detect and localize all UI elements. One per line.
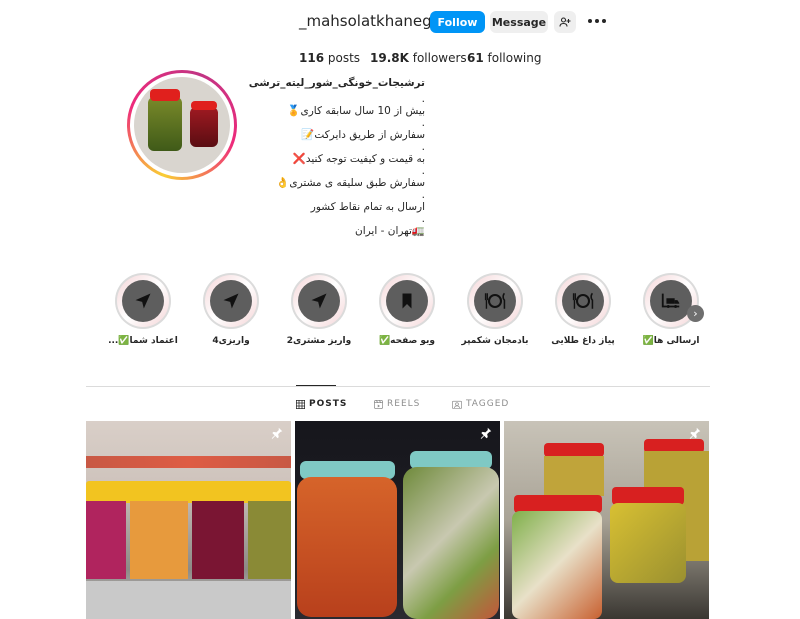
highlight-ring xyxy=(379,273,435,329)
bio-dot: . xyxy=(421,213,425,225)
highlight-ring xyxy=(291,273,347,329)
highlight-label: بادمجان شکمپر xyxy=(461,336,529,346)
bio-dot: . xyxy=(421,117,425,129)
followers-label: followers xyxy=(408,51,467,65)
highlight-item[interactable]: پیاز داغ طلایی xyxy=(543,273,623,346)
highlight-item[interactable]: بادمجان شکمپر xyxy=(455,273,535,346)
restaurant-icon xyxy=(484,292,506,309)
post-thumbnail[interactable] xyxy=(504,421,709,619)
more-options-button[interactable] xyxy=(588,11,606,31)
avatar-photo xyxy=(134,77,230,173)
followers-count: 19.8K xyxy=(370,51,409,65)
reels-icon xyxy=(374,399,383,409)
highlight-item[interactable]: واریز مشتری2 xyxy=(279,273,359,346)
profile-bio: ترشیجات_خونگی_شور_لیته_ترشی . بیش از 10 … xyxy=(225,76,425,238)
post-thumbnail[interactable] xyxy=(86,421,291,619)
bio-line: به قیمت و کیفیت توجه کنید❌ xyxy=(292,153,425,165)
bookmark-icon xyxy=(402,293,412,309)
bio-dot: . xyxy=(421,189,425,201)
bio-line: بیش از 10 سال سابقه کاری🏅 xyxy=(287,105,425,117)
add-user-icon xyxy=(559,17,571,27)
posts-count: 116 xyxy=(299,51,325,65)
more-dot xyxy=(588,19,592,23)
tabs-divider xyxy=(86,386,710,387)
follow-button[interactable]: Follow xyxy=(430,11,485,33)
following-stat[interactable]: 61 following xyxy=(467,51,541,65)
tab-label: REELS xyxy=(387,399,421,409)
highlight-label: اعتماد شما✅... xyxy=(108,336,178,346)
avatar-border xyxy=(130,73,234,177)
active-tab-indicator xyxy=(296,385,336,386)
following-label: following xyxy=(483,51,542,65)
more-dot xyxy=(595,19,599,23)
profile-avatar[interactable] xyxy=(127,70,237,180)
pin-icon xyxy=(480,427,492,439)
bio-dot: . xyxy=(421,93,425,105)
tab-label: POSTS xyxy=(309,399,348,409)
bio-dot: . xyxy=(421,165,425,177)
followers-stat[interactable]: 19.8K followers xyxy=(370,51,467,65)
pin-icon xyxy=(689,427,701,439)
highlight-item[interactable]: ویو صفحه✅ xyxy=(367,273,447,346)
highlight-item[interactable]: اعتماد شما✅... xyxy=(103,273,183,346)
navigation-arrow-icon xyxy=(223,293,239,309)
highlight-label: واریزی4 xyxy=(212,336,250,346)
highlights-next-button[interactable]: › xyxy=(687,305,704,322)
highlight-ring xyxy=(115,273,171,329)
tab-posts[interactable]: POSTS xyxy=(296,399,347,409)
tab-reels[interactable]: REELS xyxy=(374,399,420,409)
bio-line: ارسال به تمام نقاط کشور xyxy=(310,201,425,213)
highlight-label: ارسالی ها✅ xyxy=(642,336,700,346)
posts-stat: 116 posts xyxy=(299,51,360,65)
navigation-arrow-icon xyxy=(135,293,151,309)
bio-dot: . xyxy=(421,141,425,153)
chevron-right-icon: › xyxy=(693,307,698,320)
delivery-truck-icon xyxy=(661,293,680,308)
bio-line: سفارش از طریق دایرکت📝 xyxy=(301,129,425,141)
highlight-label: واریز مشتری2 xyxy=(286,336,352,346)
more-dot xyxy=(602,19,606,23)
highlight-ring xyxy=(203,273,259,329)
pin-icon xyxy=(271,427,283,439)
highlight-item[interactable]: واریزی4 xyxy=(191,273,271,346)
posts-label: posts xyxy=(324,51,361,65)
post-thumbnail[interactable] xyxy=(295,421,500,619)
highlight-ring xyxy=(555,273,611,329)
tagged-icon xyxy=(452,400,462,409)
tab-tagged[interactable]: TAGGED xyxy=(452,399,509,409)
grid-icon xyxy=(296,399,305,409)
highlight-label: ویو صفحه✅ xyxy=(378,336,436,346)
bio-line: 🚛تهران - ایران xyxy=(355,225,425,237)
navigation-arrow-icon xyxy=(311,293,327,309)
add-user-button[interactable] xyxy=(554,11,576,33)
tab-label: TAGGED xyxy=(466,399,510,409)
bio-line: سفارش طبق سلیقه ی مشتری👌 xyxy=(276,177,425,189)
highlight-label: پیاز داغ طلایی xyxy=(551,336,615,346)
restaurant-icon xyxy=(572,292,594,309)
highlight-ring xyxy=(467,273,523,329)
profile-username: _mahsolatkhanegi_ xyxy=(299,12,444,30)
following-count: 61 xyxy=(467,51,484,65)
message-button[interactable]: Message xyxy=(490,11,548,33)
bio-name: ترشیجات_خونگی_شور_لیته_ترشی xyxy=(248,77,425,89)
